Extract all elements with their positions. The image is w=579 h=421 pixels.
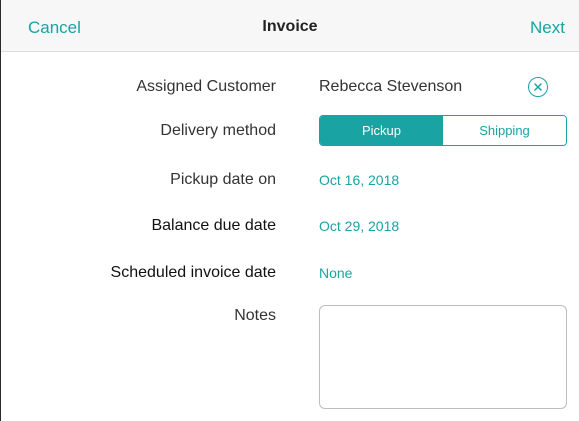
notes-label: Notes <box>234 307 276 324</box>
balance-due-date-value[interactable]: Oct 29, 2018 <box>319 218 399 234</box>
pickup-date-value[interactable]: Oct 16, 2018 <box>319 172 399 188</box>
assigned-customer-value[interactable]: Rebecca Stevenson <box>319 78 462 96</box>
segment-shipping[interactable]: Shipping <box>443 116 566 145</box>
invoice-screen: Cancel Invoice Next Assigned Customer Re… <box>0 0 579 421</box>
next-button[interactable]: Next <box>530 18 565 38</box>
scheduled-invoice-date-label: Scheduled invoice date <box>110 264 276 281</box>
scheduled-invoice-date-value[interactable]: None <box>319 265 352 281</box>
pickup-date-label: Pickup date on <box>170 171 276 188</box>
delivery-method-label: Delivery method <box>160 122 276 139</box>
segment-pickup[interactable]: Pickup <box>320 116 443 145</box>
delivery-method-segmented-control: Pickup Shipping <box>319 115 567 146</box>
navigation-bar: Cancel Invoice Next <box>1 0 579 52</box>
close-circle-icon <box>534 83 542 91</box>
page-title: Invoice <box>262 18 318 35</box>
balance-due-date-label: Balance due date <box>151 217 276 234</box>
notes-field[interactable] <box>319 305 567 409</box>
assigned-customer-label: Assigned Customer <box>136 78 276 95</box>
clear-customer-button[interactable] <box>528 77 548 97</box>
